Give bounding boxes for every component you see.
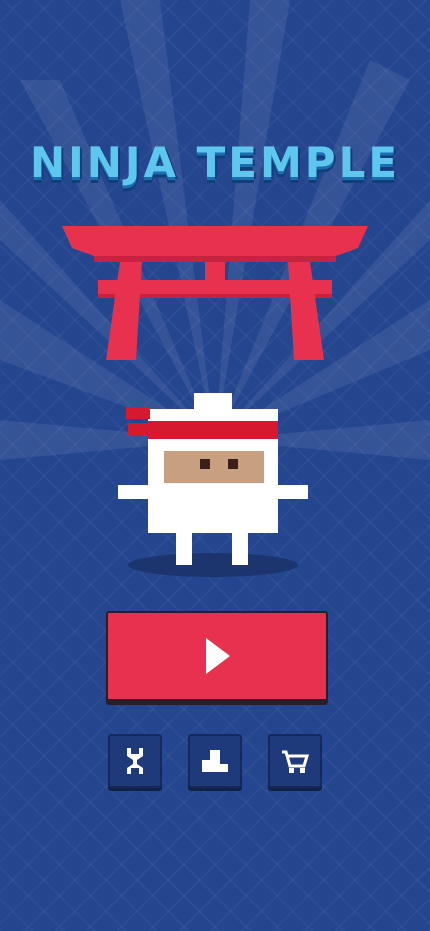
play-button[interactable]	[106, 611, 328, 701]
menu-screen: Ninja Temple	[0, 0, 430, 931]
torii-gate	[62, 226, 368, 360]
podium-icon	[202, 750, 228, 772]
ninja-character	[118, 393, 308, 577]
leaderboard-button[interactable]	[188, 734, 242, 788]
wrench-icon	[127, 748, 143, 774]
cart-icon	[282, 750, 310, 773]
settings-button[interactable]	[108, 734, 162, 788]
shop-button[interactable]	[268, 734, 322, 788]
play-icon	[206, 638, 230, 674]
game-title: Ninja Temple	[29, 138, 401, 187]
